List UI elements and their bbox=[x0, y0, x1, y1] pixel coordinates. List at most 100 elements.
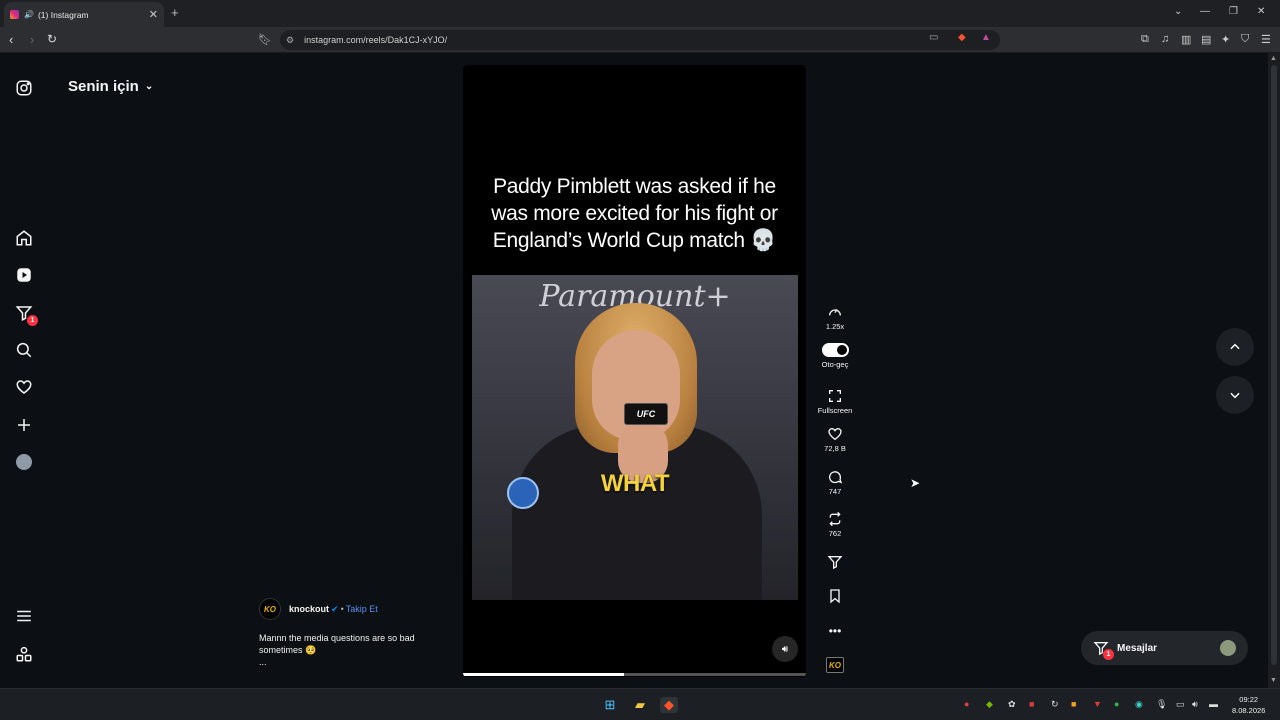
feed-selector[interactable]: Senin için ⌄ bbox=[68, 78, 153, 95]
browser-tab-instagram[interactable]: 🔊 (1) Instagram ✕ bbox=[4, 2, 164, 27]
file-explorer-icon[interactable]: ▰ bbox=[631, 697, 649, 713]
messages-label: Mesajlar bbox=[1117, 642, 1158, 654]
tray-app-icon[interactable]: ◉ bbox=[1135, 699, 1143, 710]
reload-icon[interactable]: ↻ bbox=[47, 32, 57, 46]
wallet-icon[interactable]: ▤ bbox=[1201, 33, 1211, 46]
messages-button[interactable]: 1 Mesajlar bbox=[1081, 631, 1248, 665]
menu-icon[interactable]: ☰ bbox=[1261, 33, 1271, 46]
playback-speed-button[interactable]: 1.25x bbox=[812, 303, 858, 331]
network-icon[interactable]: ▭ bbox=[1176, 699, 1185, 710]
speaker-icon[interactable]: 🔊 bbox=[24, 10, 34, 19]
author-avatar[interactable]: KO bbox=[259, 598, 281, 620]
volume-icon[interactable]: 🔊︎ bbox=[1192, 699, 1198, 710]
scrollbar-thumb[interactable] bbox=[1271, 65, 1277, 665]
message-avatar bbox=[1220, 640, 1236, 656]
creator-audio-thumb[interactable]: KO bbox=[812, 657, 858, 673]
repost-button[interactable]: 762 bbox=[812, 510, 858, 538]
verified-badge-icon: ✔︎ bbox=[331, 603, 339, 614]
tab-close-icon[interactable]: ✕ bbox=[149, 8, 158, 21]
reel-video-frame[interactable]: Paramount+ UFC WHAT bbox=[472, 275, 798, 600]
reel-description[interactable]: Mannn the media questions are so bad som… bbox=[259, 632, 459, 668]
description-line: Mannn the media questions are so bad bbox=[259, 633, 415, 643]
share-button[interactable] bbox=[812, 553, 858, 571]
site-settings-icon[interactable]: ⚙︎ bbox=[286, 35, 294, 46]
send-icon bbox=[827, 556, 843, 570]
previous-reel-button[interactable] bbox=[1216, 328, 1254, 366]
windows-start-icon[interactable]: ⊞ bbox=[601, 697, 619, 713]
next-reel-button[interactable] bbox=[1216, 376, 1254, 414]
brave-browser-icon[interactable]: ◆ bbox=[660, 697, 678, 713]
nvidia-icon[interactable]: ◆ bbox=[986, 699, 993, 710]
taskbar-clock[interactable]: 09:22 8.08.2026 bbox=[1232, 694, 1265, 716]
tray-app-icon[interactable]: ▼ bbox=[1093, 699, 1102, 709]
back-arrow-icon[interactable]: ‹ bbox=[9, 32, 13, 47]
follow-button[interactable]: Takip Et bbox=[346, 604, 378, 614]
autoplay-toggle[interactable]: Oto-geç bbox=[812, 341, 858, 369]
microphone-icon[interactable]: 🎙︎ bbox=[1156, 699, 1167, 710]
toggle-switch[interactable] bbox=[821, 343, 849, 357]
description-line: sometimes 🥺 bbox=[259, 645, 317, 655]
tab-search-chevron-icon[interactable]: ⌄ bbox=[1174, 6, 1182, 17]
bookmark-icon[interactable]: 🔖︎ bbox=[258, 33, 272, 46]
search-icon[interactable] bbox=[14, 340, 34, 360]
knockout-logo: KO bbox=[826, 657, 844, 673]
tray-app-icon[interactable]: ↻ bbox=[1051, 699, 1059, 710]
profile-avatar[interactable] bbox=[14, 452, 34, 472]
sidebar-toggle-icon[interactable]: ▥ bbox=[1181, 33, 1191, 46]
description-more[interactable]: ... bbox=[259, 656, 459, 668]
chevron-down-icon: ⌄ bbox=[144, 81, 154, 92]
also-from-meta-icon[interactable] bbox=[14, 644, 34, 664]
ufc-microphone: UFC bbox=[624, 403, 668, 425]
caption-line: England’s World Cup match 💀 bbox=[492, 229, 777, 252]
repost-icon bbox=[829, 511, 841, 527]
forward-arrow-icon[interactable]: › bbox=[30, 32, 34, 47]
sound-toggle-button[interactable]: 🔊︎ bbox=[772, 636, 798, 662]
leo-ai-icon[interactable]: ✦ bbox=[1221, 33, 1230, 46]
like-button[interactable]: 72,8 B bbox=[812, 425, 858, 453]
brave-shield-icon[interactable]: ◆ bbox=[958, 32, 966, 43]
reel-caption-overlay: Paddy Pimblett was asked if he was more … bbox=[463, 173, 806, 254]
reel-progress-fill bbox=[463, 673, 625, 676]
scroll-down-arrow-icon[interactable]: ▼ bbox=[1270, 677, 1277, 684]
chevron-up-icon bbox=[1230, 343, 1240, 350]
close-window-button[interactable]: ✕ bbox=[1257, 6, 1265, 17]
speaker-icon: 🔊︎ bbox=[781, 643, 789, 655]
reels-icon[interactable] bbox=[14, 265, 34, 285]
battery-icon[interactable]: ▬ bbox=[1209, 699, 1218, 709]
instagram-logo-icon[interactable] bbox=[14, 78, 34, 98]
tray-app-icon[interactable]: ● bbox=[1114, 699, 1119, 709]
tray-app-icon[interactable]: ● bbox=[964, 699, 969, 709]
scroll-up-arrow-icon[interactable]: ▲ bbox=[1270, 55, 1277, 62]
heart-icon[interactable] bbox=[14, 377, 34, 397]
reposts-count: 762 bbox=[828, 529, 842, 538]
cast-icon[interactable]: ▭ bbox=[929, 32, 938, 43]
comment-button[interactable]: 747 bbox=[812, 468, 858, 496]
home-icon[interactable] bbox=[14, 228, 34, 248]
more-options-button[interactable]: ••• bbox=[812, 622, 858, 640]
speed-label: 1.25x bbox=[825, 322, 845, 331]
notifications-filter-icon[interactable]: 1 bbox=[14, 303, 38, 326]
comment-icon bbox=[829, 471, 843, 484]
reel-progress-bar[interactable] bbox=[463, 673, 806, 676]
address-bar[interactable]: ⚙︎ instagram.com/reels/Dak1CJ-xYJO/ bbox=[280, 30, 1000, 50]
restore-button[interactable]: ❐ bbox=[1229, 6, 1238, 17]
vpn-icon[interactable]: ⛉ bbox=[1241, 33, 1249, 46]
extensions-icon[interactable]: ⧉ bbox=[1141, 33, 1149, 46]
messages-icon: 1 bbox=[1093, 640, 1114, 660]
minimize-button[interactable]: — bbox=[1200, 6, 1210, 17]
tray-app-icon[interactable]: ■ bbox=[1029, 699, 1034, 709]
new-tab-button[interactable]: + bbox=[171, 5, 179, 20]
reel-player[interactable]: Paddy Pimblett was asked if he was more … bbox=[463, 65, 806, 677]
page-scrollbar[interactable]: ▲ ▼ bbox=[1268, 53, 1280, 688]
fullscreen-button[interactable]: Fullscreen bbox=[812, 387, 858, 415]
media-icon[interactable]: ♫ bbox=[1161, 33, 1169, 45]
create-plus-icon[interactable] bbox=[14, 415, 34, 435]
save-button[interactable] bbox=[812, 587, 858, 605]
tray-app-icon[interactable]: ✿ bbox=[1008, 699, 1016, 710]
browser-tab-bar: 🔊 (1) Instagram ✕ + ⌄ — ❐ ✕ bbox=[0, 0, 1280, 27]
author-name[interactable]: knockout bbox=[289, 604, 329, 614]
reel-author: KO knockout ✔︎ • Takip Et bbox=[259, 598, 378, 620]
tray-app-icon[interactable]: ■ bbox=[1071, 699, 1076, 709]
brave-rewards-icon[interactable]: ▲ bbox=[981, 32, 991, 43]
more-menu-icon[interactable] bbox=[14, 606, 34, 626]
